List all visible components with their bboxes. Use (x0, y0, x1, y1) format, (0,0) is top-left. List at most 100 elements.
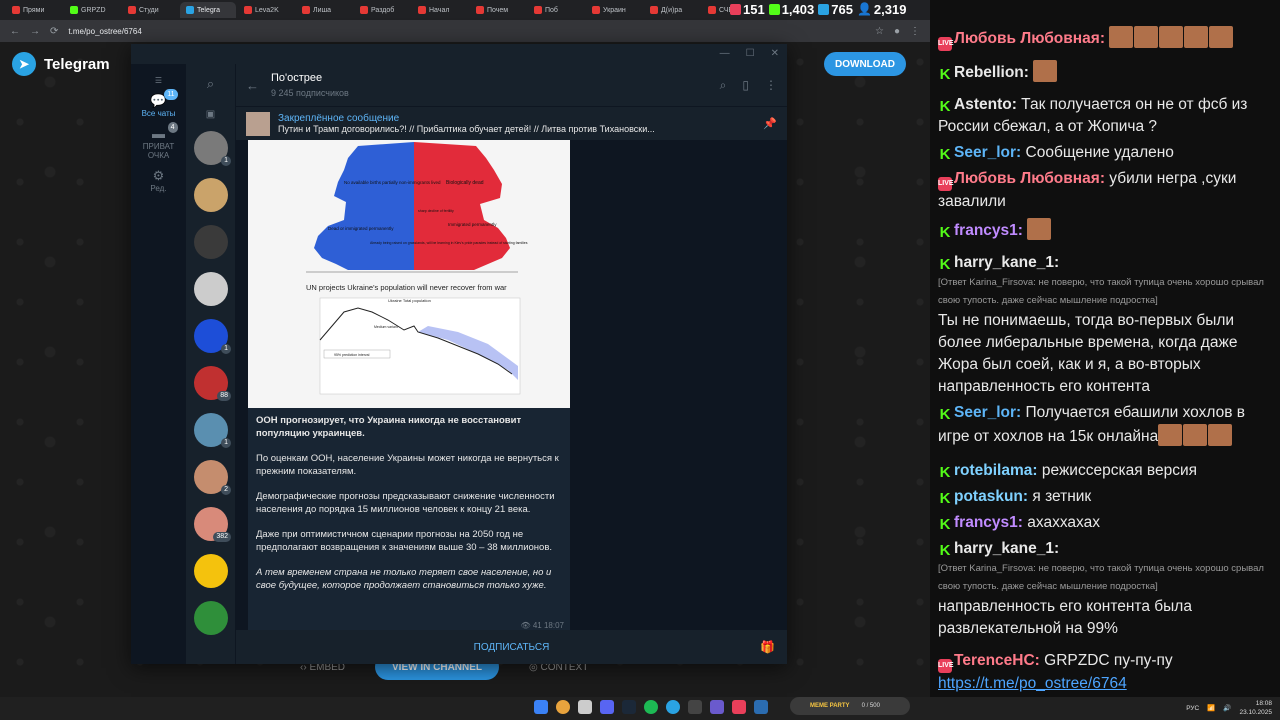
channel-info[interactable]: По'острее 9 245 подписчиков (271, 72, 349, 98)
folder-edit[interactable]: ⚙ Ред. (131, 168, 186, 193)
tab-label: Раздоб (371, 6, 395, 14)
chat-list-item[interactable]: 1 (186, 124, 235, 171)
spotify-icon[interactable] (644, 700, 658, 714)
post-image[interactable]: No available births partially non-immigr… (248, 140, 570, 408)
steam-icon[interactable] (622, 700, 636, 714)
chat-username[interactable]: Rebellion: (954, 64, 1029, 81)
back-icon[interactable]: ← (10, 26, 20, 37)
browser-tab[interactable]: Leva2K (238, 2, 294, 18)
chat-username[interactable]: TerenceHC: (954, 652, 1040, 669)
chat-username[interactable]: Seer_lor: (954, 144, 1021, 161)
telegram-icon[interactable] (666, 700, 680, 714)
clock-time: 18:08 (1255, 700, 1272, 707)
chat-username[interactable]: francys1: (954, 222, 1023, 239)
wifi-icon[interactable]: 📶 (1207, 704, 1215, 712)
menu-icon[interactable]: ⋮ (910, 26, 920, 37)
browser-tab[interactable]: Д(и)ра (644, 2, 700, 18)
chat-username[interactable]: Любовь Любовная: (954, 30, 1105, 47)
unread-badge: 1 (221, 438, 231, 448)
discord-icon[interactable] (600, 700, 614, 714)
archive-icon[interactable]: ▣ (186, 104, 235, 124)
bookmark-icon[interactable]: ☆ (875, 26, 884, 37)
chrome-icon[interactable] (556, 700, 570, 714)
clock[interactable]: 18:08 23.10.2025 (1239, 699, 1272, 717)
gift-icon[interactable]: 🎁 (760, 640, 775, 654)
sidebar-toggle-icon[interactable]: ▯ (742, 78, 749, 93)
minimize-icon[interactable]: — (720, 48, 730, 59)
chat-list-item[interactable]: 1 (186, 406, 235, 453)
legend-label: 95% prediction interval (334, 353, 370, 357)
back-arrow-icon[interactable]: ← (246, 78, 259, 93)
chat-list-item[interactable]: 382 (186, 500, 235, 547)
folder-private[interactable]: ▬ 4 ПРИВАТ ОЧКА (131, 122, 186, 160)
browser-tab[interactable]: Прями (6, 2, 62, 18)
chart-caption: UN projects Ukraine's population will ne… (306, 283, 507, 292)
chat-list-item[interactable]: 2 (186, 453, 235, 500)
app-icon[interactable] (710, 700, 724, 714)
app-icon[interactable] (688, 700, 702, 714)
kick-platform-icon (768, 3, 780, 15)
browser-tab[interactable]: Почем (470, 2, 526, 18)
folder-label: Все чаты (141, 109, 176, 118)
chat-username[interactable]: Любовь Любовная: (954, 170, 1105, 187)
chat-username[interactable]: Seer_lor: (954, 404, 1021, 421)
views-count: 41 (532, 621, 542, 630)
post-paragraph: Демографические прогнозы предсказывают с… (256, 491, 555, 515)
chat-username[interactable]: harry_kane_1: (954, 540, 1059, 557)
emote-icon (1033, 60, 1058, 82)
browser-tab[interactable]: Telegra (180, 2, 236, 18)
meme-party-widget[interactable]: MEME PARTY 0 / 500 (790, 697, 910, 715)
chat-list-item[interactable] (186, 265, 235, 312)
pinned-message-bar[interactable]: Закреплённое сообщение Путин и Трамп дог… (236, 106, 787, 140)
chat-list-item[interactable]: 1 (186, 312, 235, 359)
app-icon[interactable] (578, 700, 592, 714)
page-brand[interactable]: ➤ Telegram (12, 52, 110, 76)
browser-tab[interactable]: Студи (122, 2, 178, 18)
chat-list-item[interactable]: 88 (186, 359, 235, 406)
chat-list-item[interactable] (186, 547, 235, 594)
close-icon[interactable]: ✕ (771, 48, 779, 59)
chat-list-item[interactable] (186, 594, 235, 641)
volume-icon[interactable]: 🔊 (1223, 704, 1231, 712)
browser-tab[interactable]: Поб (528, 2, 584, 18)
chat-username[interactable]: rotebilama: (954, 462, 1038, 479)
chat-link[interactable]: https://t.me/po_ostree/6764 (938, 675, 1127, 692)
tab-favicon-icon (12, 6, 20, 14)
app-icon[interactable] (754, 700, 768, 714)
windows-start-icon[interactable] (534, 700, 548, 714)
more-icon[interactable]: ⋮ (765, 78, 777, 93)
obs-icon[interactable] (732, 700, 746, 714)
browser-tab[interactable]: Лиша (296, 2, 352, 18)
subscribe-button[interactable]: ПОДПИСАТЬСЯ 🎁 (236, 630, 787, 664)
search-icon[interactable]: ⌕ (720, 78, 727, 93)
infographic: No available births partially non-immigr… (248, 140, 570, 408)
live-platform-icon: LIVE (938, 659, 954, 673)
forward-icon[interactable]: → (30, 26, 40, 37)
maximize-icon[interactable]: ☐ (746, 48, 755, 59)
chat-list-item[interactable] (186, 218, 235, 265)
browser-tab[interactable]: Начал (412, 2, 468, 18)
browser-tab[interactable]: Украин (586, 2, 642, 18)
tab-label: Лиша (313, 6, 332, 14)
chat-list-item[interactable] (186, 171, 235, 218)
search-icon[interactable]: ⌕ (186, 64, 235, 104)
pin-list-icon[interactable]: 📌 (763, 117, 777, 130)
kick-platform-icon: K (939, 542, 951, 559)
chat-username[interactable]: Astento: (954, 96, 1017, 113)
hamburger-menu-icon[interactable]: ☰ (131, 76, 186, 85)
url-field[interactable]: t.me/po_ostree/6764 (68, 27, 865, 36)
folder-all-chats[interactable]: 💬 11 Все чаты (131, 89, 186, 118)
download-button[interactable]: DOWNLOAD (824, 52, 906, 76)
chat-username[interactable]: potaskun: (954, 488, 1028, 505)
profile-icon[interactable]: ● (894, 26, 900, 37)
kick-platform-icon: K (939, 256, 951, 273)
chat-username[interactable]: harry_kane_1: (954, 254, 1059, 271)
stream-stats: 151 1,403 765 👤 2,319 (730, 0, 930, 18)
medium-variant-label: Medium variant (374, 325, 398, 329)
tab-label: Студи (139, 6, 159, 14)
browser-tab[interactable]: GRPZD (64, 2, 120, 18)
chat-username[interactable]: francys1: (954, 514, 1023, 531)
language-indicator[interactable]: РУС (1186, 705, 1199, 712)
reload-icon[interactable]: ⟳ (50, 26, 58, 37)
browser-tab[interactable]: Раздоб (354, 2, 410, 18)
